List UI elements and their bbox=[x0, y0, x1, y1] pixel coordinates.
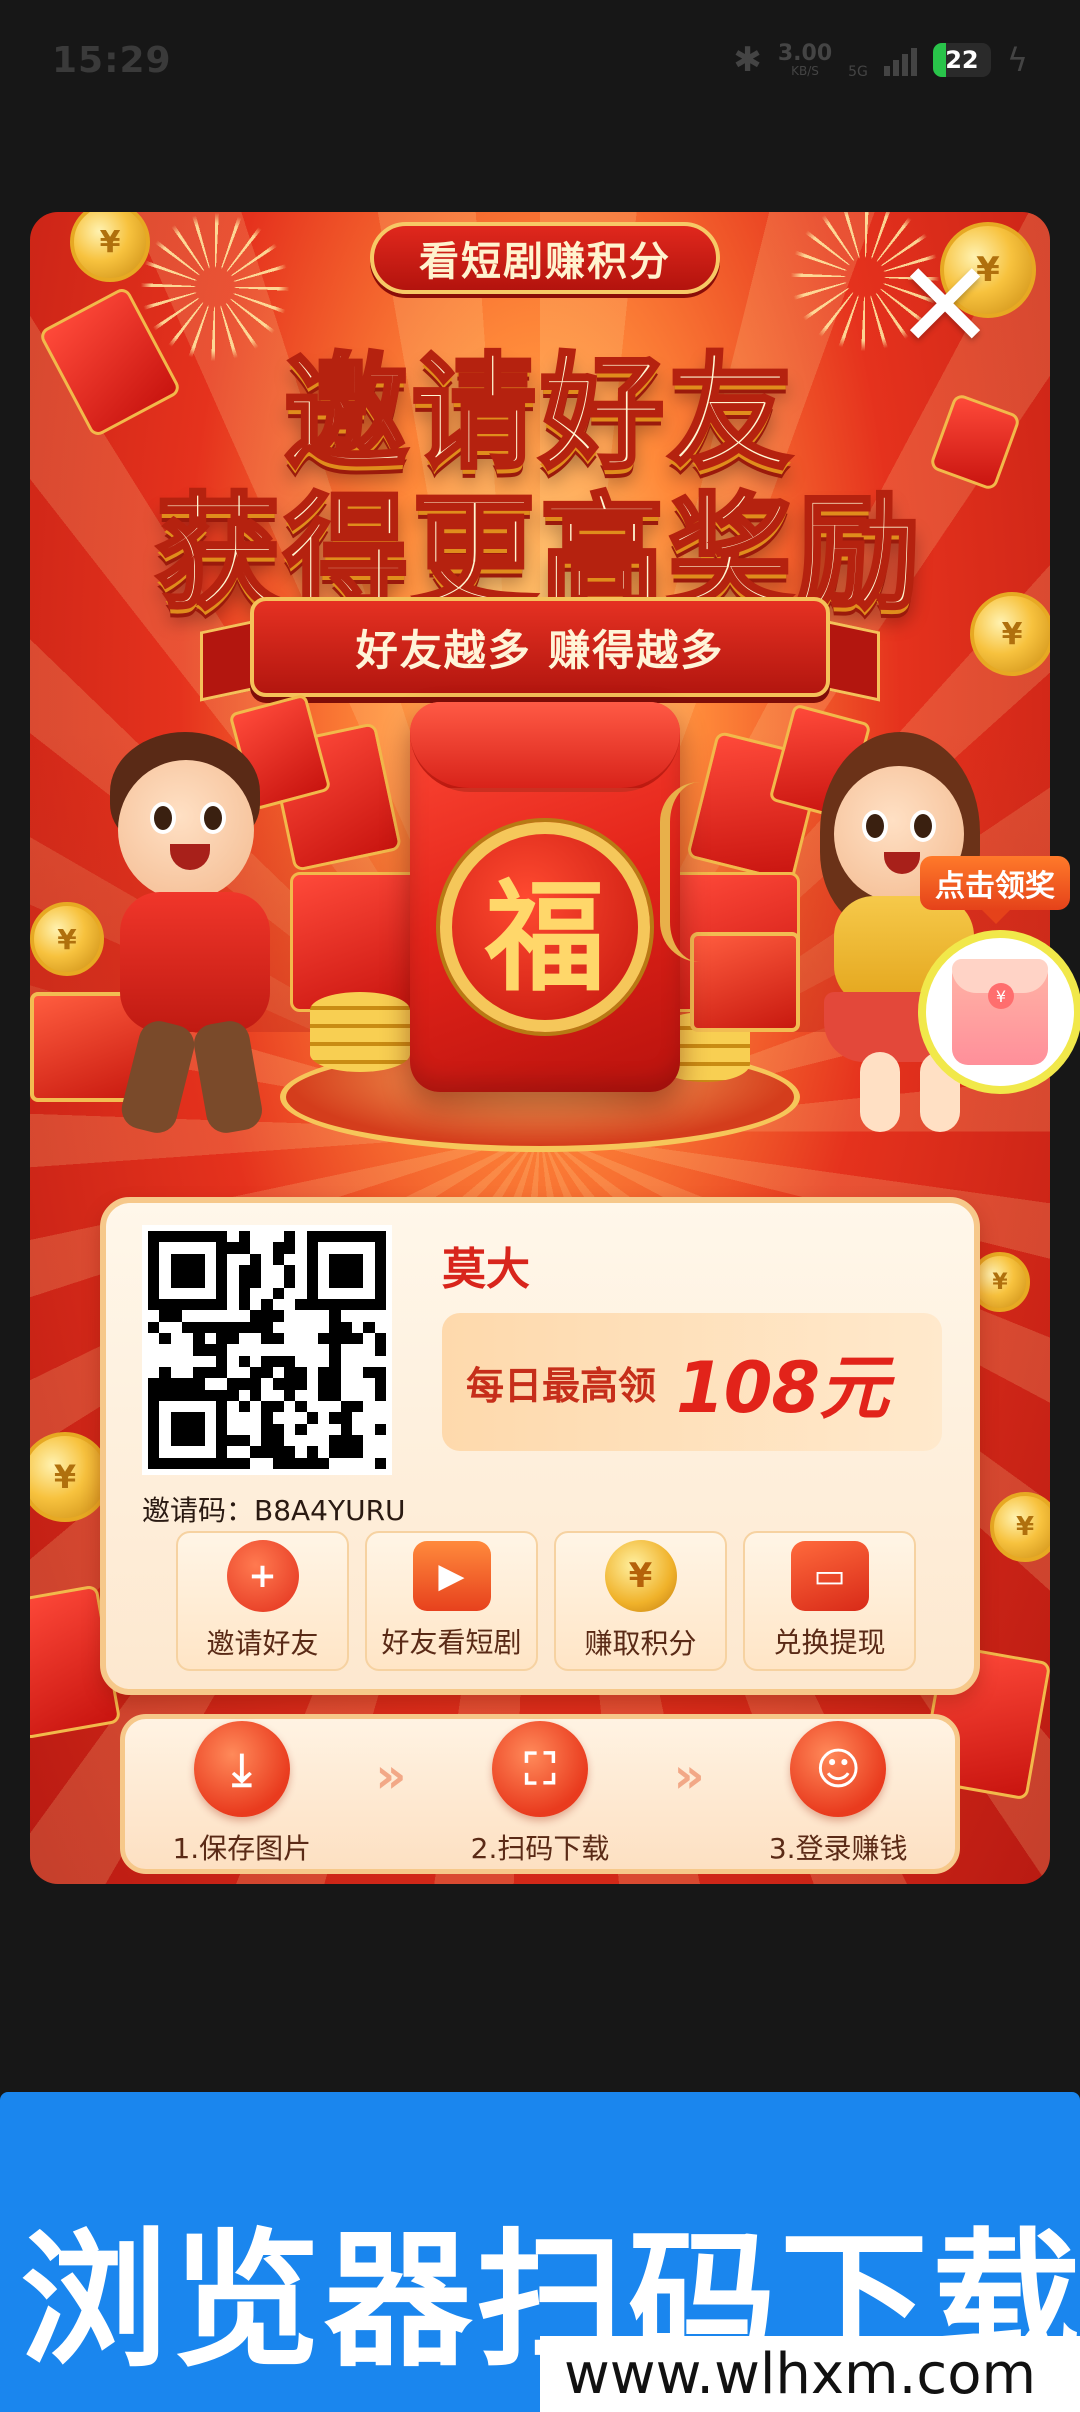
claim-reward-label: 点击领奖 bbox=[920, 856, 1070, 924]
girl-eye bbox=[910, 810, 936, 842]
charging-icon: ϟ bbox=[1006, 41, 1028, 79]
feature-earn-points: ¥ 赚取积分 bbox=[554, 1531, 727, 1671]
signal-icon bbox=[883, 44, 917, 76]
step-label: 2.扫码下载 bbox=[470, 1832, 610, 1865]
step-save-image: ⤓ 1.保存图片 bbox=[142, 1721, 342, 1867]
step-label: 3.登录赚钱 bbox=[768, 1832, 908, 1865]
girl-eye bbox=[862, 810, 888, 842]
battery-icon: 22 bbox=[932, 43, 991, 77]
network-speed-value: 3.00 bbox=[777, 41, 833, 66]
step-label: 1.保存图片 bbox=[172, 1832, 312, 1865]
red-envelope-icon: ¥ bbox=[952, 959, 1048, 1065]
fu-red-packet: 福 bbox=[410, 702, 680, 1092]
daily-reward-box: 每日最高领 108元 bbox=[442, 1313, 942, 1451]
feature-label: 好友看短剧 bbox=[381, 1626, 522, 1659]
feature-redeem-cash: ▭ 兑换提现 bbox=[743, 1531, 916, 1671]
boy-hoodie bbox=[120, 892, 270, 1032]
status-time: 15:29 bbox=[52, 39, 172, 81]
chevron-right-icon: » bbox=[673, 1748, 705, 1804]
download-icon: ⤓ bbox=[193, 1721, 290, 1817]
boy-head bbox=[118, 760, 254, 900]
status-icons: ✱ 3.00 KB/S 5G 22 ϟ bbox=[733, 40, 1028, 80]
user-name: 莫大 bbox=[442, 1244, 530, 1295]
site-url[interactable]: www.wlhxm.com bbox=[540, 2336, 1080, 2412]
invite-user-icon: + bbox=[226, 1540, 299, 1612]
network-speed-unit: KB/S bbox=[791, 64, 819, 78]
feature-label: 兑换提现 bbox=[773, 1626, 886, 1659]
qr-code[interactable] bbox=[142, 1225, 392, 1475]
scan-icon: ⛶ bbox=[492, 1721, 588, 1817]
boy-character bbox=[90, 693, 340, 1152]
ribbon-banner: 好友越多 赚得越多 bbox=[250, 597, 830, 697]
invite-code: 邀请码：B8A4YURU bbox=[142, 1494, 406, 1527]
coin-icon: ¥ bbox=[604, 1540, 677, 1612]
daily-reward-label: 每日最高领 bbox=[466, 1363, 657, 1408]
boy-leg bbox=[190, 1017, 266, 1137]
feature-label: 邀请好友 bbox=[206, 1627, 319, 1660]
feature-row: + 邀请好友 ▶ 好友看短剧 ¥ 赚取积分 ▭ 兑换提现 bbox=[176, 1531, 916, 1671]
packet-rope bbox=[660, 782, 740, 962]
step-scan-download: ⛶ 2.扫码下载 bbox=[440, 1721, 640, 1867]
step-login-earn: ☺ 3.登录赚钱 bbox=[738, 1721, 938, 1867]
boy-eye bbox=[200, 802, 226, 834]
girl-leg bbox=[860, 1052, 900, 1132]
boy-leg bbox=[117, 1016, 199, 1138]
steps-bar: ⤓ 1.保存图片 » ⛶ 2.扫码下载 » ☺ 3.登录赚钱 bbox=[120, 1714, 960, 1874]
daily-reward-amount: 108元 bbox=[676, 1346, 889, 1429]
claim-reward-button[interactable]: 点击领奖 ¥ bbox=[918, 856, 1080, 1096]
chevron-right-icon: » bbox=[375, 1748, 407, 1804]
feature-invite-friends: + 邀请好友 bbox=[176, 1531, 349, 1671]
user-icon: ☺ bbox=[790, 1721, 887, 1817]
wallet-icon: ▭ bbox=[790, 1541, 869, 1611]
claim-reward-circle[interactable]: ¥ bbox=[918, 930, 1080, 1094]
tag-title: 看短剧赚积分 bbox=[370, 222, 720, 294]
feature-friends-watch: ▶ 好友看短剧 bbox=[365, 1531, 538, 1671]
network-type: 5G bbox=[848, 64, 868, 80]
packet-flap bbox=[410, 702, 680, 792]
boy-eye bbox=[150, 802, 176, 834]
network-speed: 3.00 KB/S bbox=[777, 41, 833, 78]
invite-poster: ¥ ¥ ¥ ¥ ¥ ¥ ¥ 看短剧赚积分 ✕ 邀请好友 获得更高奖励 好友越多 … bbox=[30, 212, 1050, 1884]
tv-play-icon: ▶ bbox=[412, 1541, 491, 1611]
invite-info-panel: 邀请码：B8A4YURU 莫大 每日最高领 108元 + 邀请好友 ▶ 好友看短… bbox=[100, 1197, 980, 1695]
battery-level: 22 bbox=[945, 46, 979, 74]
status-bar: 15:29 ✱ 3.00 KB/S 5G 22 ϟ bbox=[0, 0, 1080, 120]
feature-label: 赚取积分 bbox=[584, 1627, 697, 1660]
bluetooth-icon: ✱ bbox=[733, 40, 762, 80]
fu-badge: 福 bbox=[440, 822, 650, 1032]
